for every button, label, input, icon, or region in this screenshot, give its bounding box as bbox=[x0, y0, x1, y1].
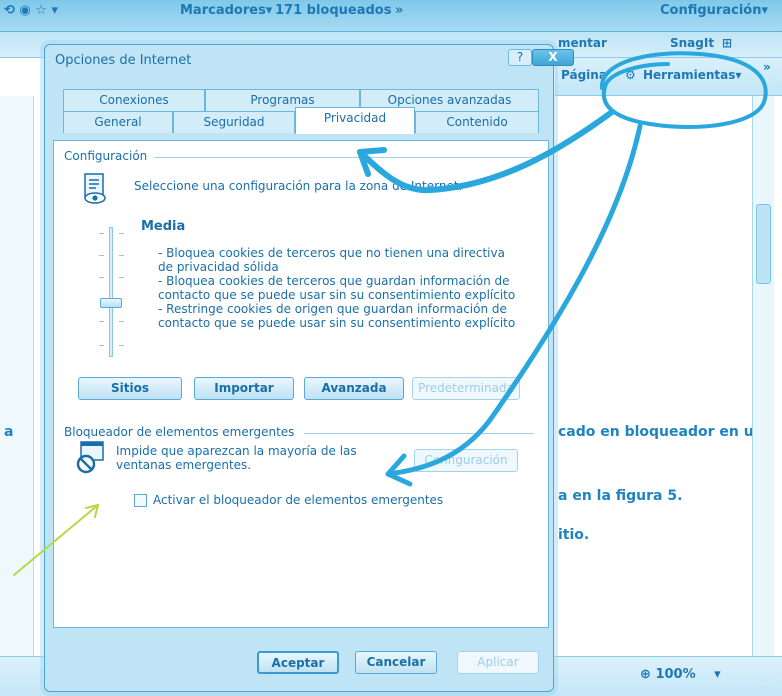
popup-description-line: ventanas emergentes. bbox=[116, 458, 252, 472]
page-text-fragment: a en la figura 5. bbox=[558, 488, 683, 504]
page-scrollbar[interactable] bbox=[752, 96, 774, 656]
page-text-fragment: a bbox=[4, 424, 14, 440]
slider-tick bbox=[99, 321, 104, 322]
help-button[interactable]: ? bbox=[508, 49, 532, 66]
gear-icon: ⚙ bbox=[625, 68, 636, 82]
page-text-fragment: cado en bloqueador en una bbox=[558, 424, 774, 440]
popups-blocked-counter[interactable]: 171 bloqueados bbox=[275, 3, 391, 18]
slider-tick bbox=[99, 345, 104, 346]
zoom-value: 100% bbox=[655, 667, 696, 682]
bookmarks-menu[interactable]: Marcadores▾ bbox=[180, 3, 272, 18]
slider-tick bbox=[99, 277, 104, 278]
config-group-label: Configuración bbox=[64, 149, 154, 163]
browser-toolbar: ⟲ ◉ ☆ ▾ Marcadores▾ 171 bloqueados » Con… bbox=[0, 0, 782, 32]
accept-button[interactable]: Aceptar bbox=[257, 651, 339, 674]
privacy-document-icon bbox=[84, 173, 106, 204]
level-description-line: - Bloquea cookies de terceros que no tie… bbox=[158, 246, 505, 260]
tab-security[interactable]: Seguridad bbox=[173, 111, 295, 133]
privacy-slider-track[interactable] bbox=[109, 227, 113, 357]
dialog-title: Opciones de Internet bbox=[55, 53, 192, 68]
popup-description-line: Impide que aparezcan la mayoría de las bbox=[116, 444, 357, 458]
level-description-line: de privacidad sólida bbox=[158, 260, 279, 274]
level-description-line: - Bloquea cookies de terceros que guarda… bbox=[158, 274, 510, 288]
tabs-row-2: General Seguridad Privacidad Contenido bbox=[63, 107, 539, 134]
slider-tick bbox=[119, 321, 124, 322]
zoom-level[interactable]: ⊕ 100% ▾ bbox=[640, 667, 721, 682]
left-pane bbox=[0, 96, 34, 656]
popup-blocker-checkbox-label[interactable]: Activar el bloqueador de elementos emerg… bbox=[153, 493, 443, 507]
import-button[interactable]: Importar bbox=[194, 377, 294, 400]
privacy-level-title: Media bbox=[141, 219, 186, 234]
slider-tick bbox=[99, 255, 104, 256]
slider-tick bbox=[99, 233, 104, 234]
group-divider bbox=[154, 157, 534, 158]
internet-options-dialog: Opciones de Internet ? X Conexiones Prog… bbox=[44, 44, 574, 692]
group-divider bbox=[304, 433, 534, 434]
cancel-button[interactable]: Cancelar bbox=[355, 651, 437, 674]
command-bar-overflow[interactable]: » bbox=[763, 60, 771, 74]
slider-tick bbox=[119, 255, 124, 256]
page-menu[interactable]: Página bbox=[561, 68, 607, 82]
snagit-capture-icon[interactable]: ⊞ bbox=[722, 36, 732, 50]
tab-general[interactable]: General bbox=[63, 111, 173, 133]
tools-menu[interactable]: Herramientas▾ bbox=[643, 68, 741, 82]
level-description-line: contacto que se puede usar sin su consen… bbox=[158, 288, 516, 302]
tab-content[interactable]: Contenido bbox=[415, 111, 539, 133]
advanced-button[interactable]: Avanzada bbox=[304, 377, 404, 400]
config-prompt: Seleccione una configuración para la zon… bbox=[134, 179, 463, 193]
scrollbar-thumb[interactable] bbox=[756, 204, 771, 284]
settings-menu[interactable]: Configuración▾ bbox=[660, 3, 768, 18]
default-button[interactable]: Predeterminada bbox=[412, 377, 520, 400]
privacy-panel: Configuración Seleccione una configuraci… bbox=[53, 140, 549, 628]
toolbar-nav-icons[interactable]: ⟲ ◉ ☆ ▾ bbox=[4, 3, 58, 18]
level-description-line: contacto que se puede usar sin su consen… bbox=[158, 316, 516, 330]
snagit-button[interactable]: SnagIt bbox=[670, 36, 714, 50]
popup-blocker-icon bbox=[76, 441, 104, 474]
slider-tick bbox=[119, 277, 124, 278]
slider-tick bbox=[119, 233, 124, 234]
toolbar-overflow[interactable]: » bbox=[395, 3, 403, 18]
page-text-fragment: itio. bbox=[558, 527, 590, 543]
popup-blocker-checkbox[interactable] bbox=[134, 494, 147, 507]
comment-button[interactable]: mentar bbox=[558, 36, 607, 50]
tab-connections[interactable]: Conexiones bbox=[63, 89, 205, 111]
apply-button[interactable]: Aplicar bbox=[457, 651, 539, 674]
tab-privacy[interactable]: Privacidad bbox=[295, 107, 415, 134]
zoom-icon: ⊕ bbox=[640, 667, 651, 682]
level-description-line: - Restringe cookies de origen que guarda… bbox=[158, 302, 507, 316]
sites-button[interactable]: Sitios bbox=[78, 377, 182, 400]
chevron-down-icon[interactable]: ▾ bbox=[714, 667, 721, 682]
privacy-slider-thumb[interactable] bbox=[100, 298, 122, 308]
slider-tick bbox=[119, 345, 124, 346]
popup-group-label: Bloqueador de elementos emergentes bbox=[64, 425, 301, 439]
close-button[interactable]: X bbox=[532, 49, 574, 66]
command-bar: Página ⚙ Herramientas▾ » bbox=[555, 58, 782, 96]
popup-settings-button[interactable]: Configuración bbox=[414, 449, 518, 472]
